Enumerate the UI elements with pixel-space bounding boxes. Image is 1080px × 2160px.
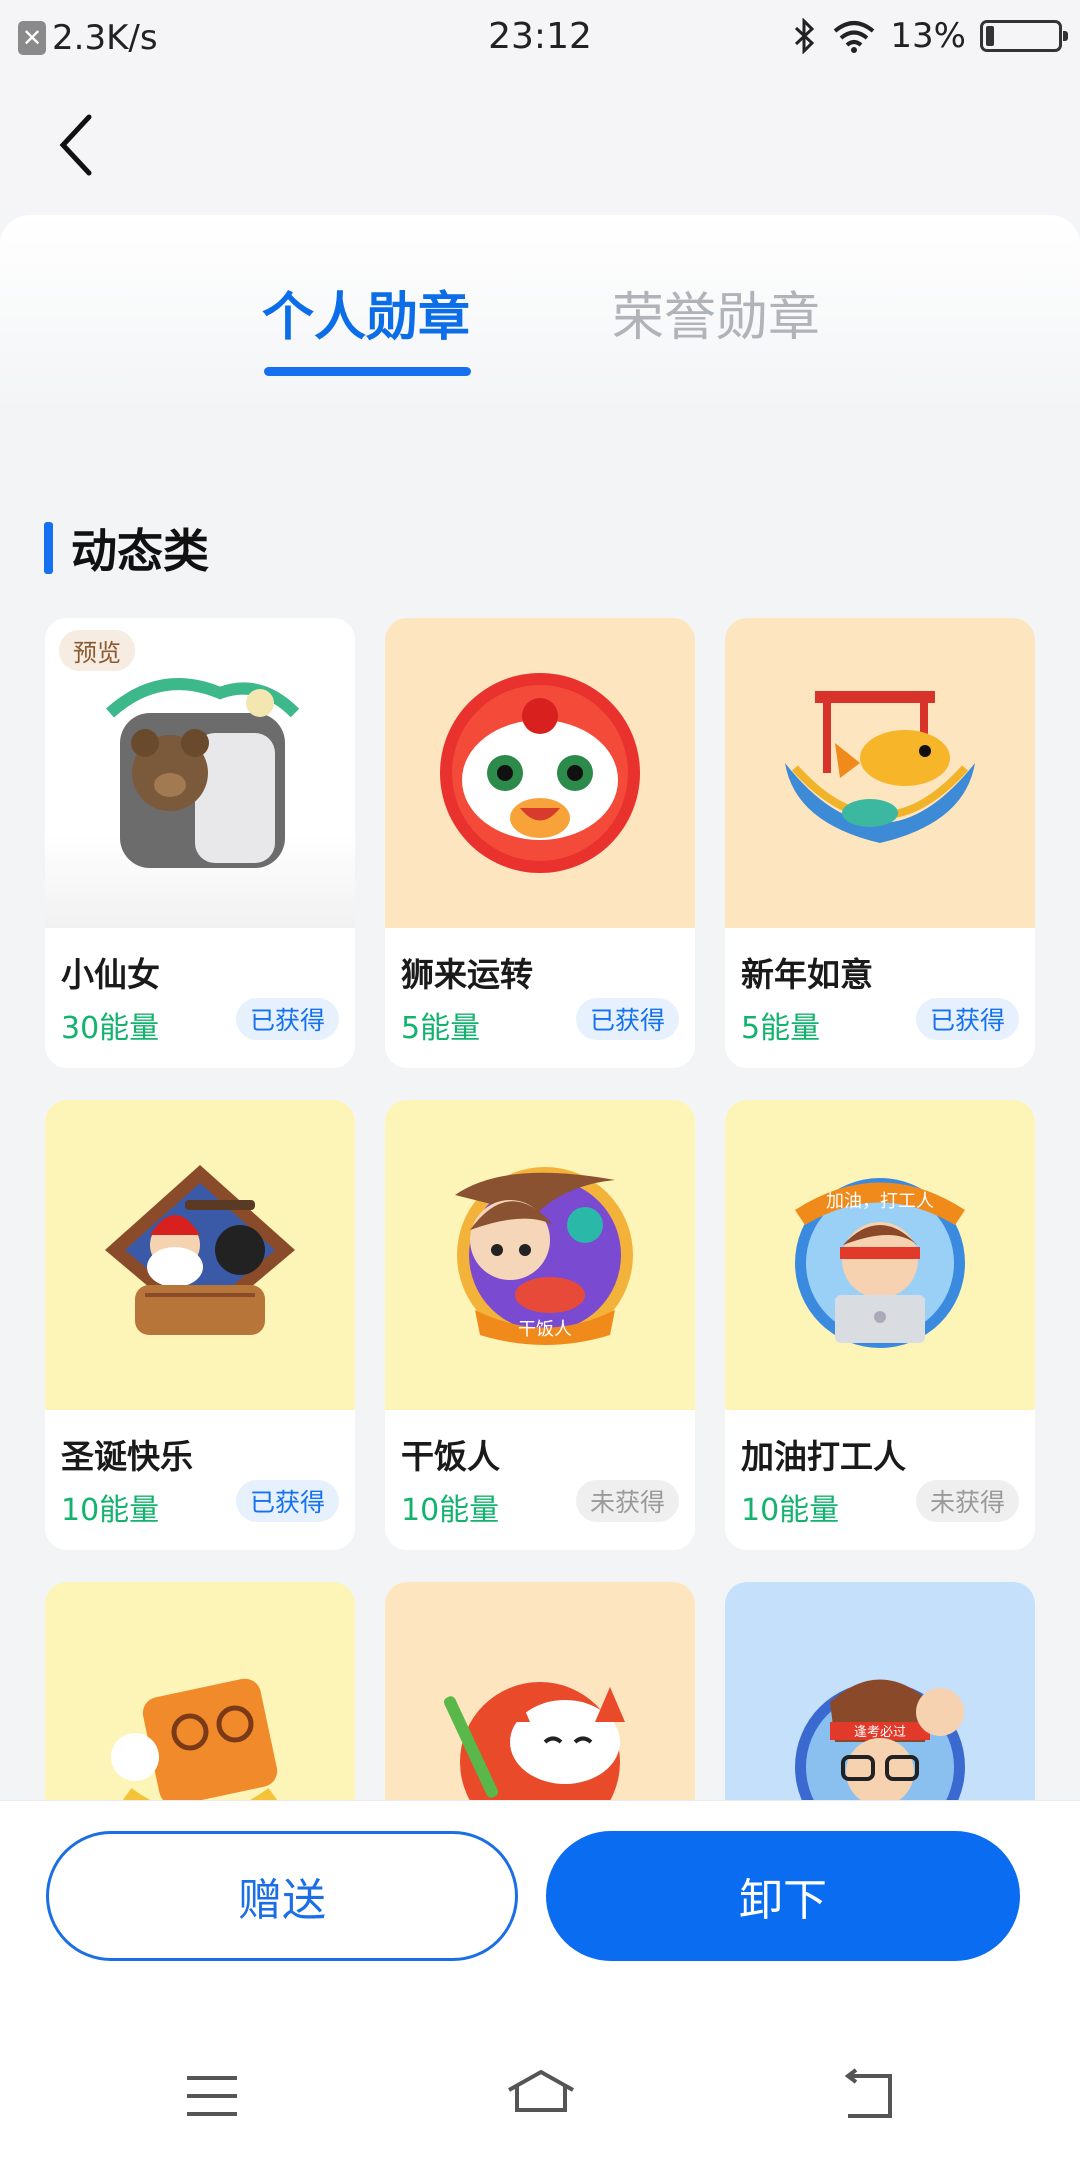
menu-icon[interactable] [182, 2066, 242, 2126]
dizzy-screen-badge-icon [111, 1678, 278, 1800]
bottom-action-bar: 赠送 卸下 [0, 1800, 1080, 2160]
badge-card[interactable]: 新年如意 5能量 已获得 [725, 618, 1035, 1068]
foodie-badge-text: 干饭人 [518, 1319, 572, 1340]
status-badge: 已获得 [235, 1480, 339, 1522]
exam-pass-badge-icon: 逢考必过 [795, 1679, 965, 1800]
badge-name: 圣诞快乐 [61, 1437, 193, 1476]
back-button[interactable] [40, 105, 110, 185]
status-badge: 未获得 [915, 1480, 1019, 1522]
status-badge: 已获得 [575, 998, 679, 1040]
badge-card[interactable] [45, 1582, 355, 1800]
worker-badge-icon: 加油，打工人 [795, 1178, 965, 1348]
wifi-icon [834, 21, 875, 53]
section-marker [44, 522, 53, 574]
active-tab-indicator [264, 367, 471, 376]
preview-tag: 预览 [59, 630, 135, 671]
badge-card[interactable]: 狮来运转 5能量 已获得 [385, 618, 695, 1068]
exam-pass-badge-text: 逢考必过 [854, 1725, 906, 1740]
badge-image [385, 618, 695, 928]
tab-honor-badges[interactable]: 荣誉勋章 [612, 275, 820, 350]
badge-card[interactable]: 预览 小仙女 30能量 已获得 [45, 618, 355, 1068]
status-badge: 已获得 [915, 998, 1019, 1040]
back-nav-icon[interactable] [838, 2066, 898, 2126]
red-panda-badge-icon [443, 1682, 625, 1800]
badge-card[interactable] [385, 1582, 695, 1800]
badge-card[interactable]: 逢考必过 [725, 1582, 1035, 1800]
badge-image: 加油，打工人 [725, 1100, 1035, 1410]
tab-bar: 个人勋章 荣誉勋章 [0, 275, 1080, 385]
home-icon[interactable] [505, 2066, 577, 2126]
section-title: 动态类 [71, 524, 209, 578]
bluetooth-icon [795, 18, 815, 54]
badge-name: 小仙女 [61, 955, 160, 994]
worker-badge-text: 加油，打工人 [826, 1191, 934, 1212]
badge-image [45, 1100, 355, 1410]
badge-card[interactable]: 干饭人 干饭人 10能量 未获得 [385, 1100, 695, 1550]
content-panel: 个人勋章 荣誉勋章 动态类 预览 小仙女 30能量 已获得 狮来运转 5能量 已… [0, 215, 1080, 1800]
badge-energy: 10能量 [401, 1493, 500, 1528]
status-bar: ✕ 2.3K/s 23:12 13% [0, 0, 1080, 75]
battery-percent: 13% [890, 16, 966, 56]
status-badge: 未获得 [575, 1480, 679, 1522]
section-header: 动态类 [44, 515, 209, 581]
badge-image: 干饭人 [385, 1100, 695, 1410]
badge-image: 逢考必过 [725, 1582, 1035, 1800]
badge-name: 新年如意 [741, 955, 873, 994]
badge-card[interactable]: 加油，打工人 加油打工人 10能量 未获得 [725, 1100, 1035, 1550]
status-right: 13% [792, 16, 1068, 56]
system-navigation-bar [0, 2046, 1080, 2146]
gift-button[interactable]: 赠送 [46, 1831, 518, 1961]
status-badge: 已获得 [235, 998, 339, 1040]
badge-energy: 5能量 [401, 1011, 481, 1046]
badge-energy: 10能量 [61, 1493, 160, 1528]
new-year-fish-badge-icon [785, 691, 975, 843]
remove-button[interactable]: 卸下 [546, 1831, 1020, 1961]
battery-icon [980, 20, 1068, 52]
badge-energy: 30能量 [61, 1011, 160, 1046]
foodie-badge-icon: 干饭人 [455, 1167, 633, 1345]
lion-dance-badge-icon [440, 673, 640, 873]
fairy-badge-icon [105, 678, 300, 868]
badge-energy: 5能量 [741, 1011, 821, 1046]
badge-name: 狮来运转 [401, 955, 533, 994]
badge-card[interactable]: 圣诞快乐 10能量 已获得 [45, 1100, 355, 1550]
badge-name: 干饭人 [401, 1437, 500, 1476]
christmas-badge-icon [105, 1165, 295, 1335]
badge-image [385, 1582, 695, 1800]
badge-image [45, 1582, 355, 1800]
chevron-left-icon [59, 114, 92, 176]
badge-image [725, 618, 1035, 928]
badge-name: 加油打工人 [741, 1437, 906, 1476]
badge-energy: 10能量 [741, 1493, 840, 1528]
badge-image: 预览 [45, 618, 355, 928]
tab-personal-badges[interactable]: 个人勋章 [262, 275, 470, 350]
header [0, 75, 1080, 215]
